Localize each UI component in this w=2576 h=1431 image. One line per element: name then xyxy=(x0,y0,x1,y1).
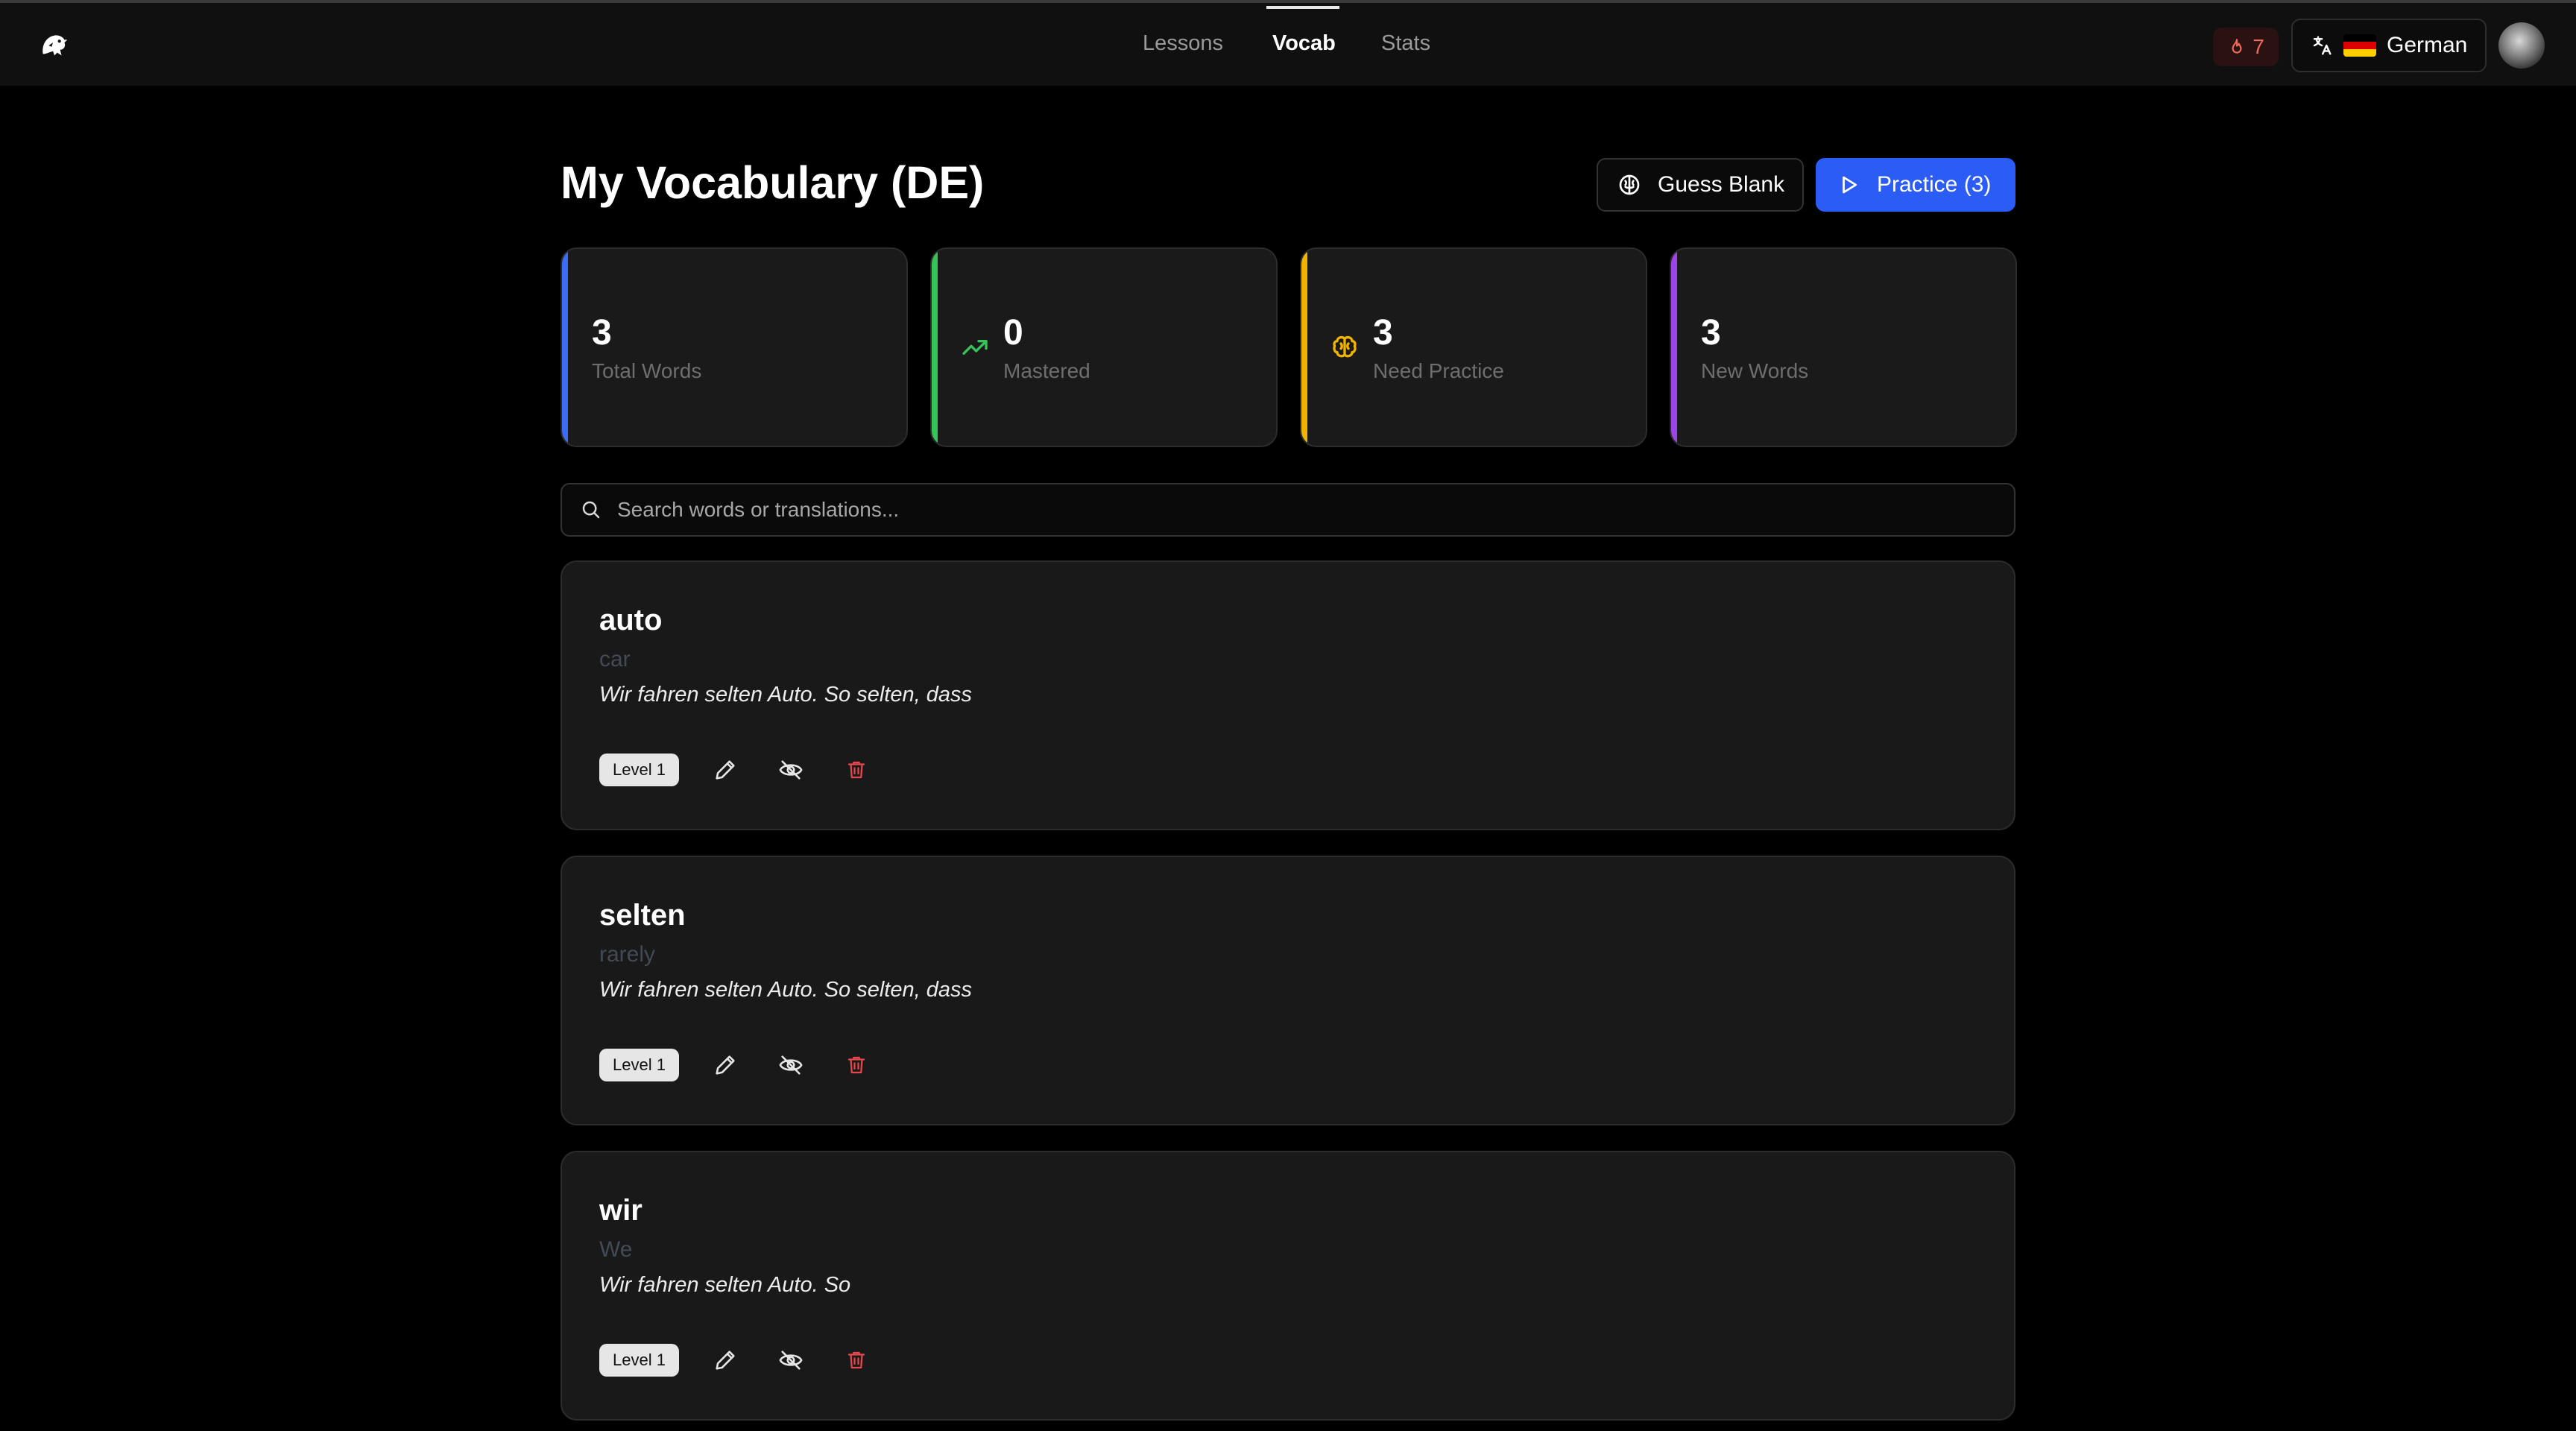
translate-icon xyxy=(2313,36,2332,55)
brain-icon xyxy=(1333,335,1357,358)
top-nav-bar: Lessons Vocab Stats 7 German xyxy=(0,3,2576,86)
stat-accent-bar xyxy=(1671,249,1677,446)
trash-icon xyxy=(847,761,865,779)
word-text: selten xyxy=(599,899,686,932)
stat-value: 3 xyxy=(1701,313,1721,353)
hide-button[interactable] xyxy=(770,753,812,787)
eye-off-icon xyxy=(779,1351,803,1370)
edit-button[interactable] xyxy=(704,1048,746,1082)
stat-label: New Words xyxy=(1701,359,1809,382)
eye-off-icon xyxy=(779,1055,803,1075)
flame-icon xyxy=(2232,39,2242,54)
word-actions: Level 1 xyxy=(599,1343,901,1377)
tab-stats[interactable]: Stats xyxy=(1381,31,1430,56)
delete-button[interactable] xyxy=(836,1343,877,1377)
level-badge: Level 1 xyxy=(599,754,679,786)
level-badge: Level 1 xyxy=(599,1049,679,1081)
edit-button[interactable] xyxy=(704,753,746,787)
stat-label: Total Words xyxy=(592,359,702,382)
edit-button[interactable] xyxy=(704,1343,746,1377)
word-actions: Level 1 xyxy=(599,753,901,787)
stat-accent-bar xyxy=(932,249,938,446)
user-avatar[interactable] xyxy=(2498,22,2545,69)
word-translation: rarely xyxy=(599,942,656,967)
pencil-icon xyxy=(716,760,735,780)
search-input[interactable] xyxy=(617,498,1959,522)
search-bar[interactable] xyxy=(561,483,2015,537)
hide-button[interactable] xyxy=(770,1343,812,1377)
level-badge: Level 1 xyxy=(599,1344,679,1377)
active-tab-indicator xyxy=(1266,6,1339,9)
language-label: German xyxy=(2387,33,2468,57)
trending-up-icon xyxy=(962,340,988,355)
word-translation: car xyxy=(599,647,631,672)
tab-vocab[interactable]: Vocab xyxy=(1272,31,1336,56)
practice-button[interactable]: Practice (3) xyxy=(1816,158,2015,212)
delete-button[interactable] xyxy=(836,1048,877,1082)
trash-icon xyxy=(847,1056,865,1074)
main-nav: Lessons Vocab Stats xyxy=(0,3,2576,86)
word-card: auto car Wir fahren selten Auto. So selt… xyxy=(561,560,2015,830)
trash-icon xyxy=(847,1351,865,1369)
search-icon xyxy=(582,501,600,519)
word-card: wir We Wir fahren selten Auto. So Level … xyxy=(561,1151,2015,1421)
stat-label: Need Practice xyxy=(1373,359,1504,382)
german-flag-icon xyxy=(2343,34,2376,57)
word-example: Wir fahren selten Auto. So selten, dass xyxy=(599,978,972,1002)
hide-button[interactable] xyxy=(770,1048,812,1082)
play-icon xyxy=(1843,176,1857,194)
language-selector[interactable]: German xyxy=(2291,19,2487,72)
stat-card-need-practice: 3 Need Practice xyxy=(1300,247,1647,447)
streak-count: 7 xyxy=(2253,35,2264,58)
word-example: Wir fahren selten Auto. So selten, dass xyxy=(599,683,972,707)
word-text: wir xyxy=(599,1194,643,1227)
guess-blank-label: Guess Blank xyxy=(1658,172,1785,197)
word-example: Wir fahren selten Auto. So xyxy=(599,1273,851,1297)
stat-value: 3 xyxy=(592,313,612,353)
tab-lessons[interactable]: Lessons xyxy=(1143,31,1223,56)
brain-icon xyxy=(1619,174,1640,195)
stat-label: Mastered xyxy=(1003,359,1090,382)
word-text: auto xyxy=(599,604,663,636)
stat-card-total-words: 3 Total Words xyxy=(561,247,908,447)
stat-accent-bar xyxy=(1301,249,1307,446)
word-actions: Level 1 xyxy=(599,1048,901,1082)
word-translation: We xyxy=(599,1237,633,1262)
stat-accent-bar xyxy=(562,249,568,446)
stat-value: 0 xyxy=(1003,313,1023,353)
pencil-icon xyxy=(716,1055,735,1075)
word-card: selten rarely Wir fahren selten Auto. So… xyxy=(561,856,2015,1125)
streak-badge[interactable]: 7 xyxy=(2213,28,2279,66)
stat-value: 3 xyxy=(1373,313,1393,353)
page-title: My Vocabulary (DE) xyxy=(561,157,985,208)
delete-button[interactable] xyxy=(836,753,877,787)
stat-card-mastered: 0 Mastered xyxy=(930,247,1278,447)
pencil-icon xyxy=(716,1351,735,1370)
guess-blank-button[interactable]: Guess Blank xyxy=(1597,158,1804,212)
stat-card-new-words: 3 New Words xyxy=(1670,247,2017,447)
eye-off-icon xyxy=(779,760,803,780)
practice-label: Practice (3) xyxy=(1877,172,1992,197)
